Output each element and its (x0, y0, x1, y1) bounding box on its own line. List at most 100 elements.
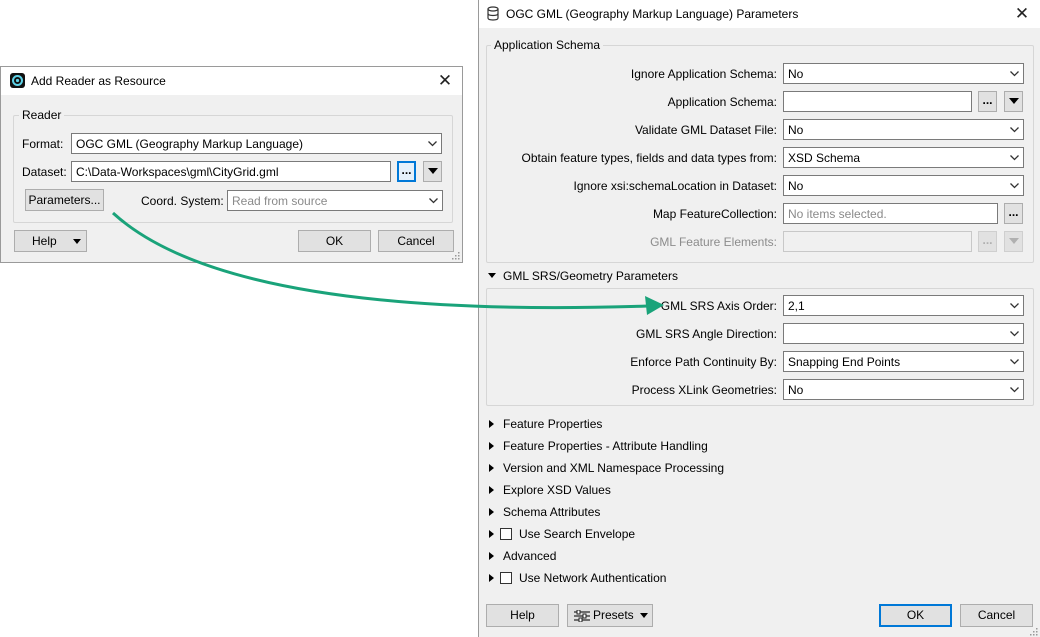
map-featurecollection-input[interactable]: No items selected. (783, 203, 998, 224)
expand-triangle-icon[interactable] (489, 530, 494, 538)
reader-group-label: Reader (19, 108, 65, 122)
triangle-down-icon (1009, 98, 1019, 104)
section-explore-xsd-values[interactable]: Explore XSD Values (503, 480, 611, 500)
gml-feature-elements-browse-button: ... (978, 231, 997, 252)
app-schema-browse-button[interactable]: ... (978, 91, 997, 112)
map-featurecollection-placeholder: No items selected. (788, 207, 887, 221)
expand-triangle-icon[interactable] (489, 420, 494, 428)
triangle-down-icon (428, 168, 438, 174)
params-titlebar: OGC GML (Geography Markup Language) Para… (479, 0, 1040, 28)
srs-angle-direction-select[interactable] (783, 323, 1024, 344)
resize-grip-icon[interactable] (452, 252, 460, 260)
chevron-down-icon (1010, 127, 1019, 133)
section-attribute-handling[interactable]: Feature Properties - Attribute Handling (503, 436, 708, 456)
dataset-input[interactable]: C:\Data-Workspaces\gml\CityGrid.gml (71, 161, 391, 182)
cancel-button[interactable]: Cancel (378, 230, 454, 252)
chevron-down-icon (1010, 71, 1019, 77)
validate-gml-select[interactable]: No (783, 119, 1024, 140)
obtain-feature-types-select[interactable]: XSD Schema (783, 147, 1024, 168)
section-advanced[interactable]: Advanced (503, 546, 556, 566)
database-icon (487, 6, 499, 21)
params-help-button[interactable]: Help (486, 604, 559, 627)
chevron-down-icon (428, 141, 437, 147)
srs-section-header[interactable]: GML SRS/Geometry Parameters (503, 266, 678, 286)
dataset-browse-button[interactable]: ... (397, 161, 416, 182)
app-schema-input[interactable] (783, 91, 972, 112)
ignore-schemalocation-value: No (788, 179, 804, 193)
add-reader-titlebar: Add Reader as Resource ✕ (1, 67, 462, 95)
app-schema-label: Application Schema: (667, 95, 777, 109)
map-featurecollection-browse-button[interactable]: ... (1004, 203, 1023, 224)
help-button[interactable]: Help (14, 230, 87, 252)
triangle-down-icon (73, 239, 81, 244)
params-ok-button[interactable]: OK (879, 604, 952, 627)
chevron-down-icon (1010, 331, 1019, 337)
chevron-down-icon (1010, 359, 1019, 365)
section-use-network-auth[interactable]: Use Network Authentication (519, 568, 666, 588)
path-continuity-value: Snapping End Points (788, 355, 901, 369)
add-reader-title: Add Reader as Resource (31, 74, 166, 88)
use-network-auth-checkbox[interactable] (500, 572, 512, 584)
collapse-triangle-icon[interactable] (488, 273, 496, 278)
map-featurecollection-label: Map FeatureCollection: (652, 207, 777, 221)
triangle-down-icon (640, 613, 648, 618)
obtain-feature-types-label: Obtain feature types, fields and data ty… (521, 151, 777, 165)
close-icon[interactable]: ✕ (435, 71, 455, 91)
format-label: Format: (22, 137, 64, 151)
add-reader-dialog: Add Reader as Resource ✕ Reader Format: … (0, 66, 463, 263)
chevron-down-icon (1010, 155, 1019, 161)
expand-triangle-icon[interactable] (489, 464, 494, 472)
format-select[interactable]: OGC GML (Geography Markup Language) (71, 133, 442, 154)
triangle-down-icon (1009, 238, 1019, 244)
ok-button[interactable]: OK (298, 230, 371, 252)
obtain-feature-types-value: XSD Schema (788, 151, 861, 165)
sliders-icon (574, 610, 590, 622)
help-label: Help (32, 234, 57, 248)
xlink-geometries-select[interactable]: No (783, 379, 1024, 400)
coord-system-label: Coord. System: (141, 194, 224, 208)
xlink-geometries-value: No (788, 383, 804, 397)
chevron-down-icon (1010, 183, 1019, 189)
params-title: OGC GML (Geography Markup Language) Para… (506, 7, 799, 21)
gml-feature-elements-dropdown-button (1004, 231, 1023, 252)
path-continuity-select[interactable]: Snapping End Points (783, 351, 1024, 372)
application-schema-label: Application Schema (491, 38, 604, 52)
expand-triangle-icon[interactable] (489, 508, 494, 516)
validate-gml-label: Validate GML Dataset File: (634, 123, 777, 137)
dataset-dropdown-button[interactable] (423, 161, 442, 182)
srs-axis-order-label: GML SRS Axis Order: (660, 299, 777, 313)
section-version-xml-namespace[interactable]: Version and XML Namespace Processing (503, 458, 724, 478)
ignore-app-schema-label: Ignore Application Schema: (630, 67, 777, 81)
fme-app-icon (10, 73, 25, 88)
expand-triangle-icon[interactable] (489, 574, 494, 582)
dataset-value: C:\Data-Workspaces\gml\CityGrid.gml (76, 165, 279, 179)
close-icon[interactable]: ✕ (1012, 4, 1032, 24)
use-search-envelope-checkbox[interactable] (500, 528, 512, 540)
coord-system-placeholder: Read from source (232, 194, 328, 208)
app-schema-dropdown-button[interactable] (1004, 91, 1023, 112)
expand-triangle-icon[interactable] (489, 486, 494, 494)
expand-triangle-icon[interactable] (489, 552, 494, 560)
resize-grip-icon[interactable] (1030, 628, 1038, 636)
coord-system-select[interactable]: Read from source (227, 190, 443, 211)
ignore-app-schema-select[interactable]: No (783, 63, 1024, 84)
presets-button[interactable]: Presets (567, 604, 653, 627)
chevron-down-icon (1010, 387, 1019, 393)
params-cancel-button[interactable]: Cancel (960, 604, 1033, 627)
gml-feature-elements-input (783, 231, 972, 252)
parameters-button[interactable]: Parameters... (25, 189, 104, 211)
path-continuity-label: Enforce Path Continuity By: (630, 355, 777, 369)
section-schema-attributes[interactable]: Schema Attributes (503, 502, 600, 522)
section-feature-properties[interactable]: Feature Properties (503, 414, 602, 434)
gml-feature-elements-label: GML Feature Elements: (650, 235, 777, 249)
srs-axis-order-select[interactable]: 2,1 (783, 295, 1024, 316)
chevron-down-icon (429, 198, 438, 204)
srs-axis-order-value: 2,1 (788, 299, 805, 313)
section-use-search-envelope[interactable]: Use Search Envelope (519, 524, 635, 544)
ignore-schemalocation-select[interactable]: No (783, 175, 1024, 196)
ignore-app-schema-value: No (788, 67, 804, 81)
expand-triangle-icon[interactable] (489, 442, 494, 450)
format-value: OGC GML (Geography Markup Language) (76, 137, 303, 151)
srs-angle-direction-label: GML SRS Angle Direction: (636, 327, 777, 341)
dataset-label: Dataset: (22, 165, 67, 179)
